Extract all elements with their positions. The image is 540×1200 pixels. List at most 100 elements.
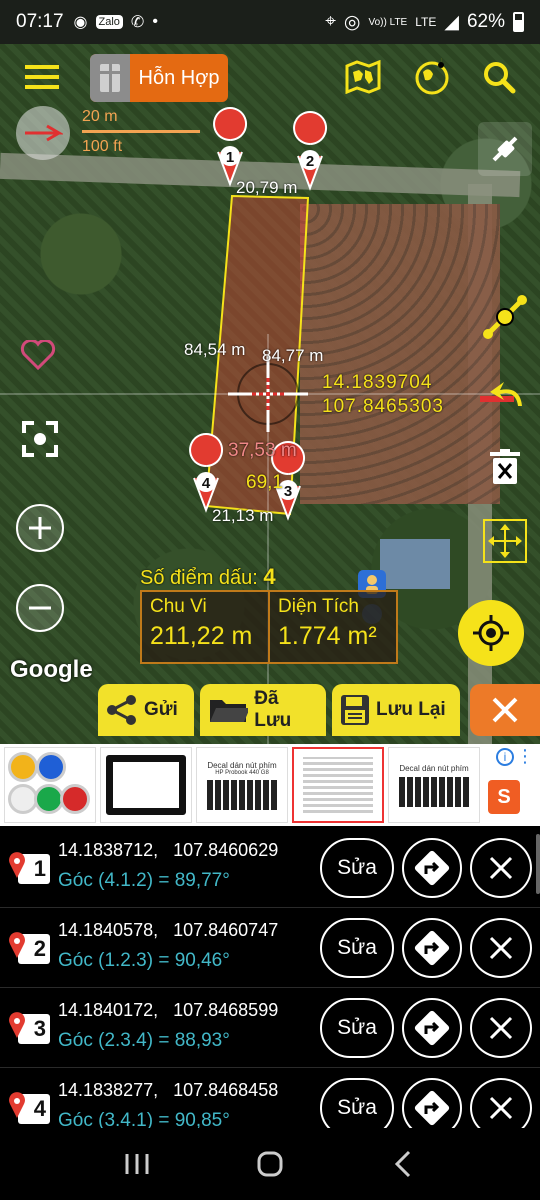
scale-line bbox=[82, 130, 200, 133]
area-label: Diện Tích bbox=[278, 596, 359, 617]
marker-label: 3 bbox=[284, 483, 292, 500]
ad-info-icon[interactable]: i bbox=[496, 748, 514, 766]
close-measure-button[interactable] bbox=[470, 684, 540, 736]
map-marker-2: 2 bbox=[293, 111, 328, 191]
zoom-out-button[interactable] bbox=[16, 584, 64, 632]
ad-item-subtitle: HP Probook 440 G8 bbox=[215, 769, 269, 776]
close-icon bbox=[492, 697, 518, 723]
point-angle: Góc (3.4.1) = 90,85° bbox=[58, 1110, 230, 1128]
navigate-button[interactable] bbox=[402, 998, 462, 1058]
home-icon bbox=[257, 1151, 283, 1177]
google-logo: Google bbox=[10, 656, 93, 683]
point-coordinates: 14.1840578, 107.8460747 bbox=[58, 920, 279, 940]
menu-button[interactable] bbox=[14, 54, 70, 100]
scale-metric: 20 m bbox=[82, 108, 118, 125]
close-icon bbox=[489, 856, 513, 880]
scale-bar: 20 m 100 ft bbox=[82, 108, 202, 158]
fit-bounds-button[interactable] bbox=[478, 514, 532, 568]
world-map-icon bbox=[345, 60, 381, 94]
point-coordinates: 14.1838277, 107.8468458 bbox=[58, 1080, 279, 1100]
marker-label: 1 bbox=[226, 149, 234, 166]
point-coordinates: 14.1838712, 107.8460629 bbox=[58, 840, 279, 860]
fullscreen-button[interactable] bbox=[16, 416, 64, 462]
points-list-scrollbar[interactable] bbox=[536, 834, 540, 894]
ad-more-icon[interactable]: ⋮ bbox=[516, 746, 534, 767]
close-icon bbox=[489, 1016, 513, 1040]
dot-icon: • bbox=[152, 13, 158, 30]
plug-icon bbox=[492, 136, 518, 162]
send-button[interactable]: Gửi bbox=[98, 684, 194, 736]
globe-pin-icon bbox=[415, 58, 449, 95]
call-icon: ✆ bbox=[130, 14, 145, 31]
status-bar: 07:17 ◉ Zalo ✆ • ⌖ ◎ Vo)) LTE LTE ◢ 62% bbox=[0, 0, 540, 44]
my-location-button[interactable] bbox=[458, 600, 524, 666]
marker-label: 2 bbox=[306, 153, 314, 170]
directions-icon bbox=[414, 930, 450, 966]
ad-item-frame[interactable] bbox=[100, 747, 192, 823]
undo-icon bbox=[480, 382, 522, 406]
delete-point-button[interactable] bbox=[470, 998, 532, 1058]
delete-point-button[interactable] bbox=[470, 1078, 532, 1128]
edit-point-button[interactable]: Sửa bbox=[320, 998, 394, 1058]
recent-apps-button[interactable] bbox=[107, 1134, 167, 1194]
navigate-button[interactable] bbox=[402, 1078, 462, 1128]
point-row-4: 4 14.1838277, 107.8468458 Góc (3.4.1) = … bbox=[0, 1068, 540, 1128]
search-icon bbox=[484, 62, 516, 94]
geolocation-button[interactable] bbox=[410, 54, 456, 100]
minus-icon bbox=[29, 606, 51, 610]
polyline-icon bbox=[483, 295, 527, 339]
polyline-tool-button[interactable] bbox=[480, 292, 530, 342]
delete-point-button[interactable] bbox=[470, 918, 532, 978]
pin-icon bbox=[8, 932, 26, 958]
navigate-button[interactable] bbox=[402, 838, 462, 898]
back-button[interactable] bbox=[373, 1134, 433, 1194]
point-row-3: 3 14.1840172, 107.8468599 Góc (2.3.4) = … bbox=[0, 988, 540, 1068]
connect-points-button[interactable] bbox=[478, 122, 532, 176]
heart-icon[interactable] bbox=[20, 340, 56, 372]
zalo-icon: Zalo bbox=[95, 15, 123, 29]
search-button[interactable] bbox=[476, 54, 522, 100]
edit-point-button[interactable]: Sửa bbox=[320, 838, 394, 898]
point-angle: Góc (2.3.4) = 88,93° bbox=[58, 1030, 230, 1051]
ad-item-keyboard-decal[interactable]: Decal dán nút phím HP Probook 440 G8 bbox=[196, 747, 288, 823]
save-button[interactable]: Lưu Lại bbox=[332, 684, 460, 736]
satellite-map[interactable]: 1 2 3 4 Hỗn Hợp 20 m 100 ft 20,79 m 84,5… bbox=[0, 44, 540, 744]
expand-icon bbox=[483, 519, 527, 563]
ad-item-decal-sheet[interactable] bbox=[292, 747, 384, 823]
point-badge: 2 bbox=[8, 930, 50, 966]
edit-point-button[interactable]: Sửa bbox=[320, 1078, 394, 1128]
area-value: 1.774 m² bbox=[278, 622, 377, 650]
status-time: 07:17 bbox=[16, 11, 64, 32]
delete-point-button[interactable] bbox=[470, 838, 532, 898]
trash-icon bbox=[490, 449, 520, 484]
map-type-button[interactable]: Hỗn Hợp bbox=[90, 54, 228, 102]
keyboard-image bbox=[207, 779, 277, 810]
scale-imperial: 100 ft bbox=[82, 138, 123, 155]
ad-item-indicator-lights[interactable] bbox=[4, 747, 96, 823]
compass-button[interactable] bbox=[16, 106, 70, 160]
system-nav-bar bbox=[0, 1128, 540, 1200]
point-angle: Góc (4.1.2) = 89,77° bbox=[58, 870, 230, 891]
signal-icon: ◢ bbox=[444, 11, 459, 33]
cursor-longitude: 107.8465303 bbox=[322, 396, 444, 417]
navigate-button[interactable] bbox=[402, 918, 462, 978]
edit-point-button[interactable]: Sửa bbox=[320, 918, 394, 978]
plus-icon bbox=[29, 517, 51, 539]
ad-banner[interactable]: Decal dán nút phím HP Probook 440 G8 Dec… bbox=[0, 744, 540, 826]
saved-button[interactable]: Đã Lưu bbox=[200, 684, 326, 736]
ad-item-keyboard-decal-2[interactable]: Decal dán nút phím bbox=[388, 747, 480, 823]
point-coordinates: 14.1840172, 107.8468599 bbox=[58, 1000, 279, 1020]
area-cell: Diện Tích 1.774 m² bbox=[268, 592, 396, 662]
zoom-in-button[interactable] bbox=[16, 504, 64, 552]
saved-label: Đã Lưu bbox=[254, 688, 292, 731]
points-list[interactable]: 1 14.1838712, 107.8460629 Góc (4.1.2) = … bbox=[0, 828, 540, 1128]
undo-button[interactable] bbox=[478, 374, 532, 414]
point-angle: Góc (1.2.3) = 90,46° bbox=[58, 950, 230, 971]
shopee-icon[interactable]: S bbox=[488, 780, 520, 814]
lte-label: LTE bbox=[415, 15, 437, 29]
delete-point-button[interactable] bbox=[480, 442, 530, 492]
home-button[interactable] bbox=[240, 1134, 300, 1194]
folder-icon bbox=[210, 700, 249, 722]
directions-icon bbox=[414, 1010, 450, 1046]
world-map-button[interactable] bbox=[340, 54, 386, 100]
